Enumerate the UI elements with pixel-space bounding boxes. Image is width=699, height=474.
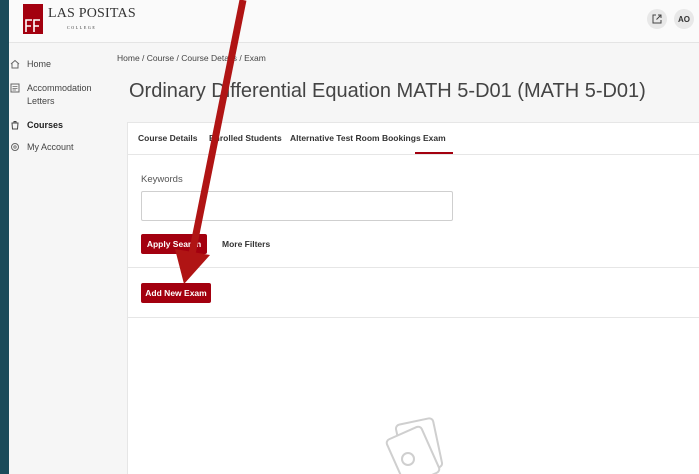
tab-bar: Course Details Enrolled Students Alterna… <box>128 123 699 155</box>
sidebar-item-label: Accommodation Letters <box>27 83 92 106</box>
letters-icon <box>10 83 20 93</box>
sidebar-item-accommodation-letters[interactable]: Accommodation Letters <box>9 82 107 108</box>
divider <box>128 317 699 318</box>
app-window: LAS POSITAS COLLEGE AO Home Accommodatio… <box>9 0 699 474</box>
keywords-input[interactable] <box>141 191 453 221</box>
sidebar-item-label: Courses <box>27 120 64 130</box>
breadcrumb[interactable]: Home / Course / Course Details / Exam <box>117 53 266 63</box>
courses-icon <box>11 121 19 130</box>
logo-mark-icon <box>23 4 43 34</box>
external-link-button[interactable] <box>647 9 667 29</box>
sidebar-item-home[interactable]: Home <box>9 58 107 71</box>
sidebar-item-label: Home <box>27 59 52 69</box>
page-title: Ordinary Differential Equation MATH 5-D0… <box>129 80 646 102</box>
college-logo[interactable]: LAS POSITAS COLLEGE <box>23 0 136 36</box>
sidebar-item-my-account[interactable]: My Account <box>9 141 107 154</box>
tab-enrolled-students[interactable]: Enrolled Students <box>209 133 282 143</box>
empty-state-icon <box>385 417 444 474</box>
sidebar: Home Accommodation Letters Courses My Ac… <box>9 42 123 474</box>
more-filters-button[interactable]: More Filters <box>222 239 270 249</box>
user-initials: AO <box>678 14 690 24</box>
sidebar-item-label: My Account <box>27 142 74 152</box>
home-icon <box>10 59 20 69</box>
top-bar: LAS POSITAS COLLEGE AO <box>9 0 699 43</box>
keywords-label: Keywords <box>141 174 183 185</box>
logo-name: LAS POSITAS <box>48 6 136 21</box>
logo-subtitle: COLLEGE <box>67 25 97 30</box>
external-link-icon <box>652 14 662 24</box>
tab-course-details[interactable]: Course Details <box>138 133 198 143</box>
divider <box>128 267 699 268</box>
apply-search-button[interactable]: Apply Search <box>141 234 207 254</box>
sidebar-item-courses[interactable]: Courses <box>9 119 107 132</box>
active-tab-indicator <box>415 152 453 154</box>
add-new-exam-button[interactable]: Add New Exam <box>141 283 211 303</box>
tab-exam[interactable]: Exam <box>423 133 446 143</box>
gear-icon <box>11 143 19 151</box>
tab-alternative-test-room-bookings[interactable]: Alternative Test Room Bookings <box>290 133 421 143</box>
exam-panel: Course Details Enrolled Students Alterna… <box>127 122 699 474</box>
user-avatar[interactable]: AO <box>674 9 694 29</box>
